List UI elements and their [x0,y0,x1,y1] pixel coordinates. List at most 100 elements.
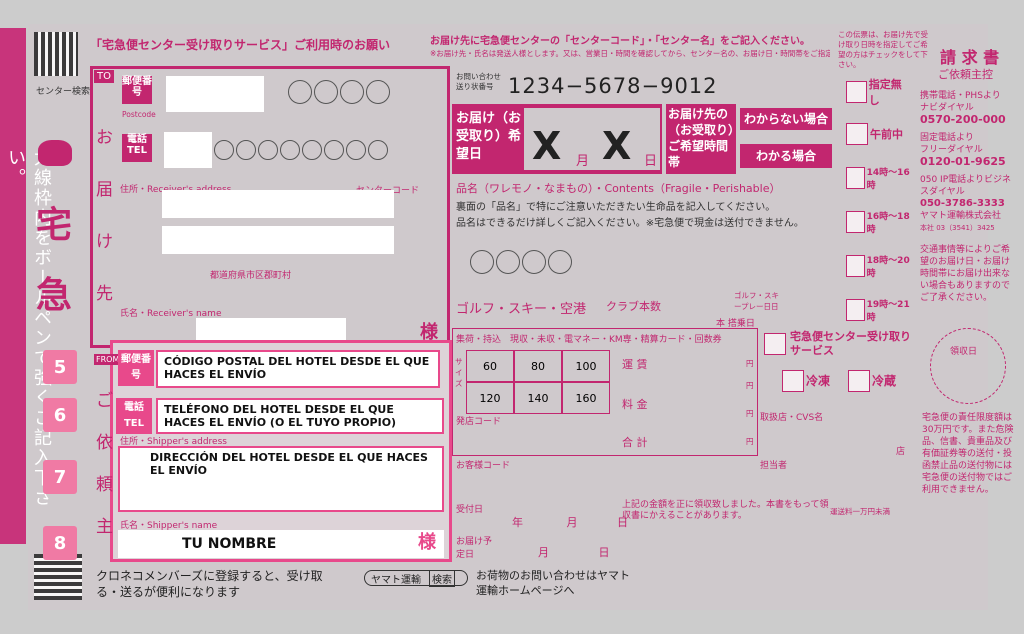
contact-company: ヤマト運輸株式会社 [920,211,1002,221]
sender-sama: 様 [418,532,436,553]
size-cell: 80 [514,350,562,382]
fridge-check[interactable]: 冷蔵 [848,370,896,392]
sender-postal-tag: 郵便番号 [118,350,154,386]
item-note-1: 裏面の「品名」で特にご注意いただきたい生命品を記入してください。 [456,202,776,213]
month-unit-bottom: 月 [566,516,578,529]
cool-check[interactable]: 冷凍 [782,370,830,392]
shop-suffix: 店 [896,447,906,457]
inquiry-note: お荷物のお問い合わせはヤマト運輸ホームページへ [476,569,630,597]
digit-circle [302,140,322,160]
receiver-tel-tag: 電話 TEL [122,134,152,162]
contact-mobile: 携帯電話・PHSより [920,91,1001,101]
fare-label: 運 賃 [622,358,648,371]
slot-morning[interactable]: 午前中 [846,112,910,156]
sender-tel-field[interactable]: TELÉFONO DEL HOTEL DESDE EL QUE HACES EL… [156,398,444,434]
day-unit-bottom: 日 [598,546,610,559]
big-char-2: 急 [36,275,73,316]
slot-checkbox[interactable] [846,299,865,321]
receipt-note: 上記の金額を正に領収致しました。本書をもって領収書にかえることがあります。 [622,500,829,521]
delivery-date-label: お届け予定日 [456,537,493,560]
yen-3: 円 [746,409,754,418]
slot-19-21[interactable]: 19時〜21時 [846,288,910,332]
digit-circle [346,140,366,160]
golf-sub: ゴルフ・スキープレー日日 [734,291,779,311]
slot-checkbox[interactable] [846,81,867,103]
cool-label: 冷凍 [806,374,831,388]
day-value: X [602,124,632,168]
center-note: お届け先に宅急便センターの「センターコード」・「センター名」をご記入ください。 [430,36,810,47]
cool-checkbox[interactable] [782,370,804,392]
service-title: 「宅急便センター受け取りサービス」ご利用時のお願い [90,38,391,52]
slot-checkbox[interactable] [846,255,865,277]
center-search-label: センター検索 [36,87,91,97]
step-badge-5: 5 [43,350,77,384]
prefecture-label: 都道府県市区郡町村 [210,271,292,281]
fridge-checkbox[interactable] [848,370,870,392]
slot-label: 19時〜21時 [866,300,910,323]
recipient-char: お [96,128,113,148]
staff-label: 担当者 [760,461,788,471]
item-circle [496,250,520,274]
shop-code-label: 発店コード [456,417,502,427]
receiver-address-redacted-2 [162,226,394,254]
postcode-sub: Postcode [122,110,156,119]
contact-hq: 本社 03（3541）3425 [920,224,995,232]
qr-code-bottom [34,554,82,600]
slot-none[interactable]: 指定無し [846,72,910,112]
size-cell: 160 [562,382,610,414]
shop-label: 取扱店・CVS名 [760,413,824,423]
digit-circle [280,140,300,160]
contact-fixed: 固定電話より [920,133,974,143]
slot-label: 14時〜16時 [866,168,910,191]
fare-note: 運送料一万円未満 [830,507,890,516]
left-instruction-strip: 太線枠内をボールペンで強くご記入下さい。 [0,28,52,544]
day-unit-bottom: 日 [617,516,628,529]
item-note-2: 品名はできるだけ詳しくご記入ください。※宅急便で現金は送付できません。 [456,218,804,229]
receipt-stamp-label: 領収日 [950,347,978,357]
slot-16-18[interactable]: 16時〜18時 [846,200,910,244]
customer-code-label: お客様コード [456,461,511,471]
center-service-label: 宅急便センター受け取りサービス [790,330,911,357]
slot-14-16[interactable]: 14時〜16時 [846,156,910,200]
sender-char: 依 [96,433,113,453]
slot-18-20[interactable]: 18時〜20時 [846,244,910,288]
receiver-postal-redacted [166,76,264,112]
month-value: X [532,124,562,168]
recipient-char: 先 [96,284,113,304]
center-service-check[interactable]: 宅急便センター受け取りサービス [764,330,914,358]
slot-checkbox[interactable] [846,211,865,233]
sender-name-text: TU NOMBRE [182,536,277,552]
size-cell: 140 [514,382,562,414]
slot-checkbox[interactable] [846,167,865,189]
center-service-checkbox[interactable] [764,333,786,355]
item-circle [470,250,494,274]
receiver-tel-circles [214,140,390,164]
sender-postal-field[interactable]: CÓDIGO POSTAL DEL HOTEL DESDE EL QUE HAC… [156,350,440,388]
fridge-label: 冷蔵 [872,374,897,388]
yamato-search-box[interactable]: ヤマト運輸 検索 [364,569,468,587]
recipient-vertical: お 届 け 先 [96,112,114,320]
size-cell: 60 [466,350,514,382]
price-header: 集荷・持込 現収・未収・電マネー・KM専・精算カード・回数券 [456,335,722,345]
slot-checkbox[interactable] [846,123,868,145]
yen-2: 円 [746,381,754,390]
day-unit: 日 [644,154,658,169]
receiver-postal-circles [288,80,392,108]
digit-circle [236,140,256,160]
known-button[interactable]: わかる場合 [740,144,832,168]
big-char-1: 宅 [36,205,73,246]
search-button[interactable]: 検索 [429,569,455,587]
digit-circle [288,80,312,104]
size-cell: 100 [562,350,610,382]
contact-free-number: 0120-01-9625 [920,155,1006,168]
unknown-button[interactable]: わからない場合 [740,108,832,130]
sender-name-field[interactable] [118,530,444,558]
digit-circle [258,140,278,160]
yen-4: 円 [746,437,754,446]
yamato-search-text: ヤマト運輸 [371,574,421,586]
sender-address-field[interactable]: DIRECCIÓN DEL HOTEL DESDE EL QUE HACES E… [118,446,444,512]
to-label: TO [94,70,114,83]
time-label: お届け先の（お受取り）ご希望時間帯 [666,104,736,174]
sender-char: 頼 [96,475,113,495]
sender-vertical: ご 依 頼 主 [96,380,114,548]
